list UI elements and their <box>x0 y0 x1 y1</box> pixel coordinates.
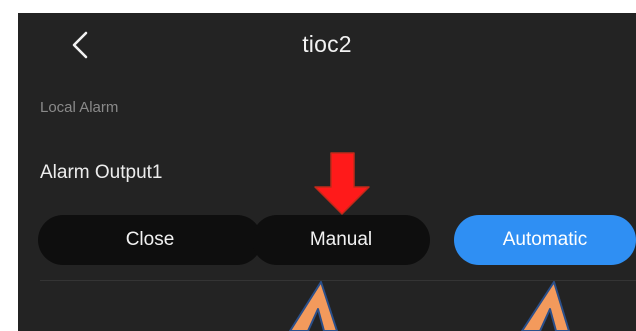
automatic-option-button[interactable]: Automatic <box>454 215 636 265</box>
manual-option-button[interactable]: Manual <box>252 215 430 265</box>
close-option-button[interactable]: Close <box>38 215 262 265</box>
page-title: tioc2 <box>302 31 352 57</box>
alarm-output-label: Alarm Output1 <box>40 162 163 183</box>
alarm-settings-screen: tioc2 Local Alarm Alarm Output1 Close Ma… <box>18 13 636 331</box>
section-label-local-alarm: Local Alarm <box>40 99 119 116</box>
divider <box>40 280 636 281</box>
header-bar: tioc2 <box>18 13 636 81</box>
